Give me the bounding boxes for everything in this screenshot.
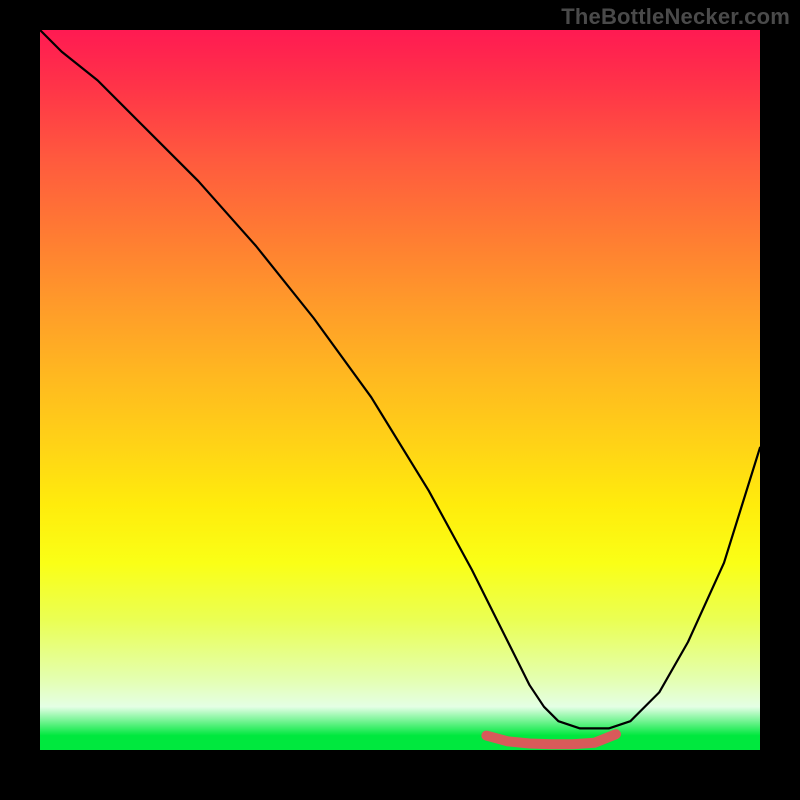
plot-area [40, 30, 760, 750]
curve-layer [40, 30, 760, 750]
bottleneck-curve [40, 30, 760, 728]
highlight-segment [486, 734, 616, 744]
chart-frame: TheBottleNecker.com [0, 0, 800, 800]
watermark-text: TheBottleNecker.com [561, 4, 790, 30]
